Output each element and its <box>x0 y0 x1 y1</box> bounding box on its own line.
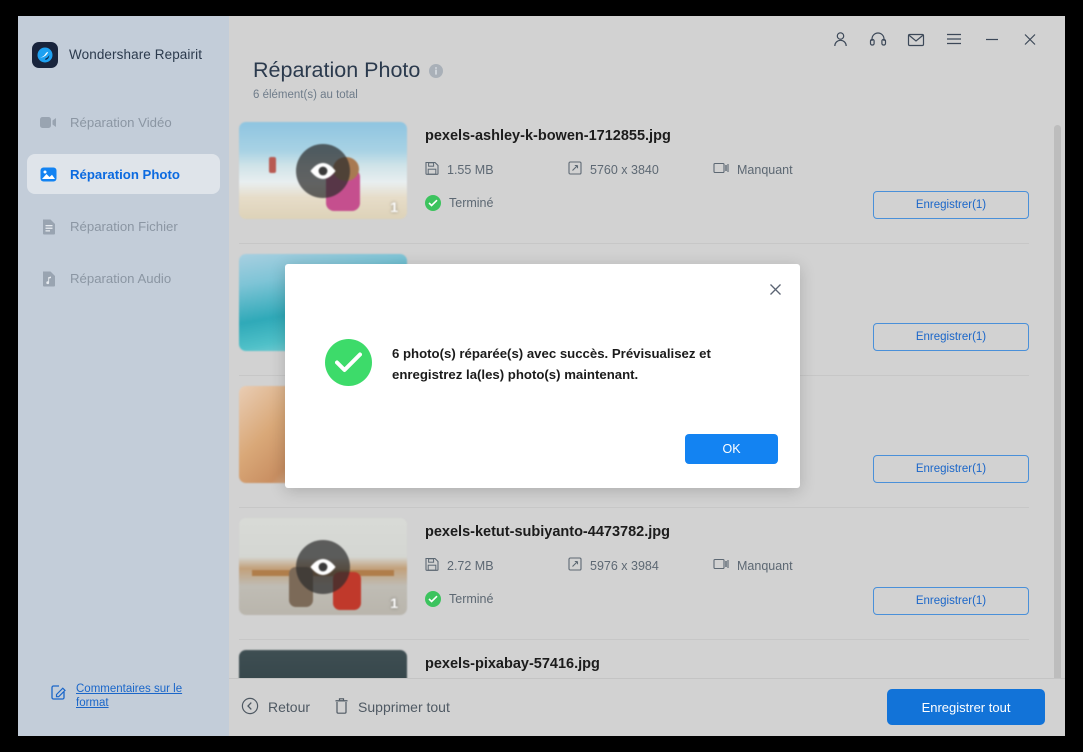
preview-eye-icon[interactable] <box>296 143 350 198</box>
sidebar: Wondershare Repairit Réparation Vidéo Ré… <box>18 16 229 736</box>
edit-square-icon <box>50 684 67 701</box>
file-details: pexels-ketut-subiyanto-4473782.jpg 2.72 … <box>407 518 846 607</box>
file-size: 2.72 MB <box>425 557 568 574</box>
save-all-button[interactable]: Enregistrer tout <box>887 689 1045 725</box>
menu-icon[interactable] <box>935 22 973 56</box>
thumbnail[interactable]: 1 <box>239 122 407 219</box>
table-row[interactable]: pexels-pixabay-57416.jpg <box>229 639 1051 678</box>
status-badge: Terminé <box>425 195 846 211</box>
floppy-disk-icon <box>425 557 439 574</box>
bottom-toolbar: Retour Supprimer tout Enregistrer tout <box>229 678 1065 736</box>
back-label: Retour <box>268 699 311 715</box>
file-dimensions-value: 5976 x 3984 <box>590 558 659 573</box>
file-name: pexels-ashley-k-bowen-1712855.jpg <box>425 128 671 144</box>
file-dimensions: 5760 x 3840 <box>568 161 713 178</box>
dialog-message: 6 photo(s) réparée(s) avec succès. Prévi… <box>392 346 711 382</box>
file-size-value: 1.55 MB <box>447 162 494 177</box>
check-circle-icon <box>325 339 372 386</box>
status-badge: Terminé <box>425 591 846 607</box>
sidebar-item-label: Réparation Photo <box>70 166 180 182</box>
resize-icon <box>568 161 582 178</box>
mail-icon[interactable] <box>897 22 935 56</box>
file-missing-value: Manquant <box>737 558 793 573</box>
wondershare-logo-icon <box>32 41 58 68</box>
total-items-label: 6 élément(s) au total <box>253 89 358 101</box>
check-circle-icon <box>425 195 441 211</box>
table-row[interactable]: 1 pexels-ketut-subiyanto-4473782.jpg 2.7… <box>229 507 1051 639</box>
sidebar-item-video-repair[interactable]: Réparation Vidéo <box>27 102 220 142</box>
account-icon[interactable] <box>821 22 859 56</box>
thumbnail[interactable] <box>239 650 407 678</box>
status-label: Terminé <box>449 592 494 606</box>
titlebar <box>229 16 1065 62</box>
video-missing-icon <box>713 558 729 573</box>
audio-file-icon <box>40 270 57 287</box>
table-row[interactable]: 1 pexels-ashley-k-bowen-1712855.jpg 1.55… <box>229 111 1051 243</box>
delete-all-label: Supprimer tout <box>358 699 450 715</box>
file-size-value: 2.72 MB <box>447 558 494 573</box>
sidebar-item-label: Réparation Vidéo <box>70 114 172 130</box>
file-name: pexels-ketut-subiyanto-4473782.jpg <box>425 524 670 540</box>
format-feedback-label: Commentaires sur le format <box>76 683 183 709</box>
file-details <box>407 254 846 260</box>
thumbnail[interactable]: 1 <box>239 518 407 615</box>
back-button[interactable]: Retour <box>241 697 310 718</box>
floppy-disk-icon <box>425 161 439 178</box>
file-missing-value: Manquant <box>737 162 793 177</box>
page-title: Réparation Photo <box>253 58 421 82</box>
sidebar-nav: Réparation Vidéo Réparation Photo Répara… <box>18 102 229 310</box>
file-details: pexels-pixabay-57416.jpg <box>407 650 846 672</box>
list-scrollbar[interactable] <box>1054 125 1061 678</box>
document-icon <box>40 218 57 235</box>
close-icon[interactable] <box>762 276 788 302</box>
save-button[interactable]: Enregistrer(1) <box>873 587 1029 615</box>
sidebar-item-label: Réparation Audio <box>70 270 172 286</box>
file-dimensions-value: 5760 x 3840 <box>590 162 659 177</box>
success-dialog: 6 photo(s) réparée(s) avec succès. Prévi… <box>285 264 800 488</box>
delete-all-button[interactable]: Supprimer tout <box>334 697 450 718</box>
thumbnail-badge: 1 <box>390 199 398 215</box>
file-dimensions: 5976 x 3984 <box>568 557 713 574</box>
file-missing-info: Manquant <box>713 162 793 177</box>
image-icon <box>40 166 57 183</box>
sidebar-item-audio-repair[interactable]: Réparation Audio <box>27 258 220 298</box>
save-button[interactable]: Enregistrer(1) <box>873 323 1029 351</box>
file-missing-info: Manquant <box>713 558 793 573</box>
application-window: Wondershare Repairit Réparation Vidéo Ré… <box>18 16 1065 736</box>
back-circle-icon <box>241 697 259 718</box>
close-icon[interactable] <box>1011 22 1049 56</box>
save-button[interactable]: Enregistrer(1) <box>873 455 1029 483</box>
sidebar-item-photo-repair[interactable]: Réparation Photo <box>27 154 220 194</box>
save-button[interactable]: Enregistrer(1) <box>873 191 1029 219</box>
thumbnail-badge: 1 <box>390 595 398 611</box>
preview-eye-icon[interactable] <box>296 539 350 594</box>
resize-icon <box>568 557 582 574</box>
video-camera-icon <box>40 114 57 131</box>
file-details: pexels-ashley-k-bowen-1712855.jpg 1.55 M… <box>407 122 846 211</box>
video-missing-icon <box>713 162 729 177</box>
file-name: pexels-pixabay-57416.jpg <box>425 656 600 672</box>
format-feedback-link[interactable]: Commentaires sur le format <box>18 682 229 736</box>
page-header: Réparation Photo 6 élément(s) au total <box>229 58 1065 101</box>
support-headset-icon[interactable] <box>859 22 897 56</box>
sidebar-item-label: Réparation Fichier <box>70 218 178 234</box>
brand-name: Wondershare Repairit <box>69 47 203 62</box>
status-label: Terminé <box>449 196 494 210</box>
minimize-icon[interactable] <box>973 22 1011 56</box>
check-circle-icon <box>425 591 441 607</box>
info-icon[interactable] <box>429 63 444 78</box>
file-size: 1.55 MB <box>425 161 568 178</box>
ok-button[interactable]: OK <box>685 434 778 464</box>
brand: Wondershare Repairit <box>18 16 229 76</box>
sidebar-item-file-repair[interactable]: Réparation Fichier <box>27 206 220 246</box>
trash-icon <box>334 697 349 718</box>
